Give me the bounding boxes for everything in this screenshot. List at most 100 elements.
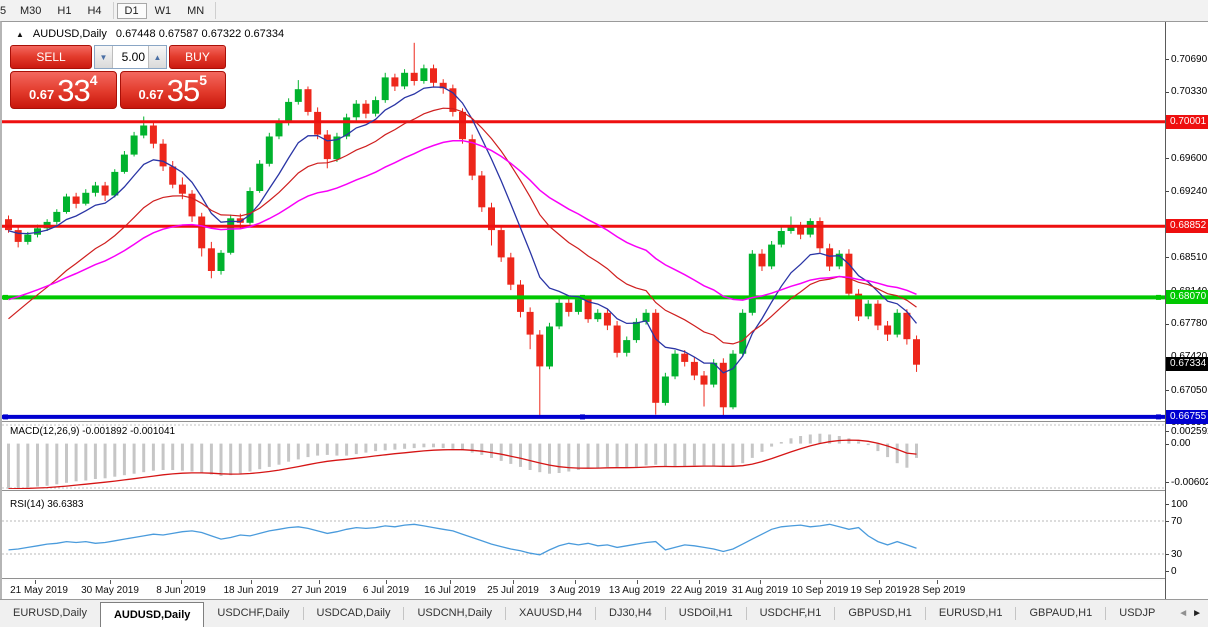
candle-body [778,231,785,245]
candle-body [295,89,302,102]
tab-scroll-right-icon[interactable]: ► [1192,608,1202,619]
candle-body [826,248,833,266]
tab-scroll-buttons: ◄► [1172,600,1208,627]
tab-usdjp[interactable]: USDJP [1106,600,1168,627]
candle-body [362,104,369,114]
tab-xauusd-h4[interactable]: XAUUSD,H4 [506,600,595,627]
axis-tick-mark [1166,554,1169,555]
tab-scroll-left-icon[interactable]: ◄ [1178,608,1188,619]
collapse-icon[interactable]: ▲ [16,30,24,39]
tab-usdoil-h1[interactable]: USDOil,H1 [666,600,746,627]
price-tick-label: 0.70330 [1171,85,1207,98]
date-tick-mark [820,580,821,584]
date-tick-mark [35,580,36,584]
volume-increase-icon[interactable]: ▲ [148,46,166,68]
tab-usdcad-daily[interactable]: USDCAD,Daily [304,600,404,627]
rsi-line [9,524,917,555]
buy-button[interactable]: BUY [169,45,226,69]
tab-gbpusd-h1[interactable]: GBPUSD,H1 [835,600,925,627]
candle-body [391,77,398,86]
timeframe-H4[interactable]: H4 [79,3,109,19]
axis-tick-mark [1166,571,1169,572]
sell-price-big: 33 [57,76,89,106]
axis-tick-mark [1166,324,1169,325]
candle-body [884,326,891,335]
line-handle[interactable] [3,414,8,419]
timeframe-5[interactable]: 5 [0,3,12,19]
date-tick-mark [760,580,761,584]
rsi-label: RSI(14) 36.6383 [10,499,83,510]
candle-body [82,193,89,204]
buy-price-big: 35 [167,76,199,106]
candle-body [24,235,31,242]
candle-body [662,377,669,403]
line-handle[interactable] [1156,295,1161,300]
axis-tick-mark [1166,431,1169,432]
line-handle[interactable] [580,414,585,419]
candle-body [749,254,756,313]
volume-decrease-icon[interactable]: ▼ [95,46,113,68]
candle-body [247,191,254,223]
chart-tabs-bar: EURUSD,DailyAUDUSD,DailyUSDCHF,DailyUSDC… [0,599,1208,627]
date-label: 21 May 2019 [4,585,74,596]
rsi-axis-label: 0 [1171,565,1177,578]
date-axis[interactable]: 21 May 201930 May 20198 Jun 201918 Jun 2… [2,580,1165,599]
line-handle[interactable] [3,295,8,300]
axis-tick-mark [1166,257,1169,258]
tab-usdchf-daily[interactable]: USDCHF,Daily [204,600,302,627]
timeframe-H1[interactable]: H1 [49,3,79,19]
sell-button[interactable]: SELL [10,45,92,69]
timeframe-MN[interactable]: MN [179,3,212,19]
tab-eurusd-daily[interactable]: EURUSD,Daily [0,600,100,627]
candle-body [305,89,312,112]
candle-body [527,312,534,335]
chart-ohlc: 0.67448 0.67587 0.67322 0.67334 [116,28,284,40]
toolbar-separator [113,2,114,19]
volume-input[interactable] [113,46,148,68]
date-tick-mark [513,580,514,584]
tab-usdchf-h1[interactable]: USDCHF,H1 [747,600,835,627]
tab-usdcnh-daily[interactable]: USDCNH,Daily [404,600,505,627]
rsi-axis-label: 70 [1171,515,1182,528]
macd-indicator-pane[interactable] [2,424,1165,489]
candle-body [614,326,621,353]
axis-tick-mark [1166,390,1169,391]
price-tick-label: 0.70690 [1171,53,1207,66]
candle-body [227,218,234,253]
candle-body [256,164,263,191]
pane-divider[interactable] [2,490,1208,493]
candle-body [140,126,147,136]
sell-price-tile[interactable]: 0.67334 [10,71,117,109]
candle-body [672,354,679,377]
tab-dj30-h4[interactable]: DJ30,H4 [596,600,665,627]
buy-price-tile[interactable]: 0.67355 [120,71,227,109]
price-axis[interactable]: 0.706900.703300.699700.696000.692400.688… [1165,22,1208,599]
axis-tick-mark [1166,158,1169,159]
timeframe-M30[interactable]: M30 [12,3,49,19]
timeframe-W1[interactable]: W1 [147,3,180,19]
axis-tick-mark [1166,444,1169,445]
date-tick-mark [110,580,111,584]
price-tick-label: 0.67050 [1171,384,1207,397]
candle-body [575,299,582,312]
candle-body [131,136,138,155]
candle-body [401,73,408,87]
candle-body [324,135,331,160]
date-label: 25 Jul 2019 [478,585,548,596]
candle-body [865,304,872,317]
one-click-trading-panel: SELL ▼ ▲ BUY 0.67334 0.67355 [10,45,226,109]
timeframe-D1[interactable]: D1 [117,3,147,19]
date-tick-mark [251,580,252,584]
candle-body [478,176,485,208]
date-tick-mark [450,580,451,584]
tab-gbpaud-h1[interactable]: GBPAUD,H1 [1016,600,1105,627]
candle-body [198,217,205,249]
candle-body [15,230,22,242]
trading-terminal: { "toolbar": { "timeframes": [ {"label":… [0,0,1208,627]
tab-eurusd-h1[interactable]: EURUSD,H1 [926,600,1016,627]
tab-audusd-daily[interactable]: AUDUSD,Daily [100,602,204,627]
candle-body [633,322,640,340]
rsi-indicator-pane[interactable] [2,497,1165,578]
axis-tick-mark [1166,504,1169,505]
line-handle[interactable] [1156,414,1161,419]
